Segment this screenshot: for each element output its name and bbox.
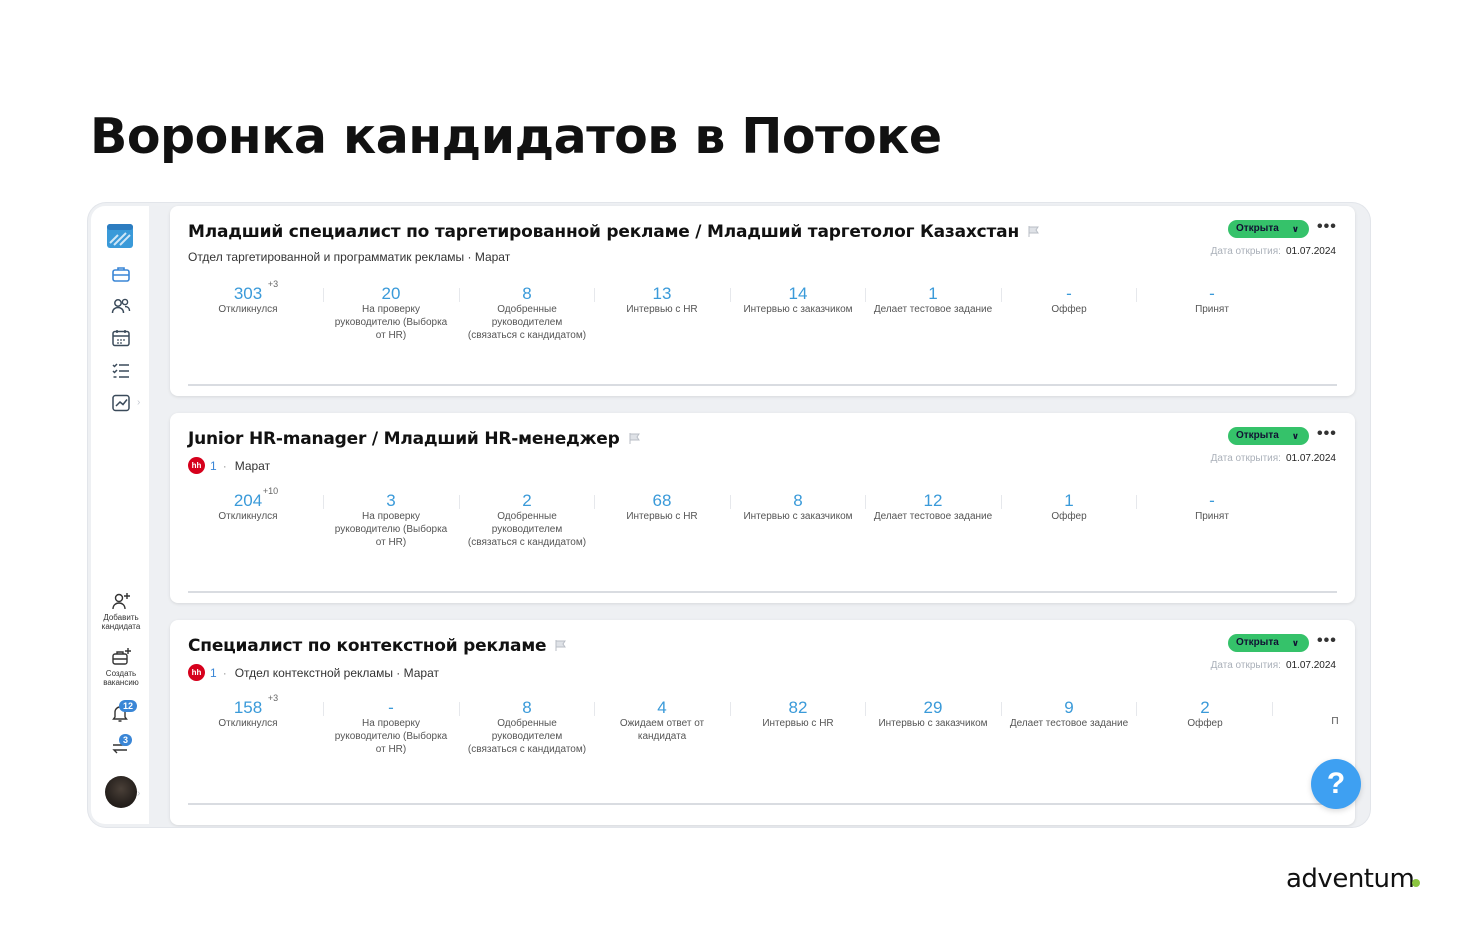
funnel-stage[interactable]: - Оффер: [1009, 284, 1129, 316]
funnel-stage[interactable]: 4 Ожидаем ответ от кандидата: [602, 698, 722, 743]
add-candidate-button[interactable]: Добавить кандидата: [93, 590, 149, 631]
horizontal-scrollbar[interactable]: [188, 384, 1337, 386]
slide-title: Воронка кандидатов в Потоке: [90, 108, 942, 165]
hh-count: 1: [210, 458, 217, 473]
vacancy-title[interactable]: Младший специалист по таргетированной ре…: [188, 222, 1040, 242]
funnel-stage[interactable]: 2 Одобренные руководителем (связаться с к…: [467, 491, 587, 549]
add-candidate-label: Добавить кандидата: [101, 613, 141, 631]
flag-icon[interactable]: [554, 637, 567, 651]
users-icon[interactable]: [110, 295, 132, 317]
transfers-button[interactable]: 3: [109, 734, 139, 760]
funnel-stage[interactable]: 82 Интервью с HR: [738, 698, 858, 730]
funnel-stage[interactable]: 8 Одобренные руководителем (связаться с к…: [467, 284, 587, 342]
chevron-down-icon: ∨: [1291, 224, 1299, 234]
funnel-stage[interactable]: 8 Интервью с заказчиком: [738, 491, 858, 523]
funnel-stage[interactable]: 12 Делает тестовое задание: [873, 491, 993, 523]
vacancy-subtitle: hh 1 · Отдел контекстной рекламы · Марат: [188, 664, 439, 681]
funnel-stage[interactable]: 158 +3 Откликнулся: [188, 693, 308, 730]
funnel-stage[interactable]: 2 Оффер: [1145, 698, 1265, 730]
briefcase-plus-icon: [110, 646, 132, 668]
briefcase-icon[interactable]: [110, 263, 132, 285]
vacancy-card[interactable]: Младший специалист по таргетированной ре…: [170, 206, 1355, 396]
status-dropdown[interactable]: Открыта ∨: [1228, 220, 1309, 238]
funnel-stage[interactable]: 3 На проверку руководителю (Выборка от HR…: [331, 491, 451, 549]
funnel-stage[interactable]: 9 Делает тестовое задание: [1009, 698, 1129, 730]
notifications-button[interactable]: 12: [109, 700, 139, 726]
chevron-down-icon: ∨: [1291, 638, 1299, 648]
funnel-stage[interactable]: 13 Интервью с HR: [602, 284, 722, 316]
funnel-stage[interactable]: 29 Интервью с заказчиком: [873, 698, 993, 730]
flag-icon[interactable]: [628, 430, 641, 444]
vacancy-subtitle: Отдел таргетированной и программатик рек…: [188, 250, 511, 264]
more-options-icon[interactable]: •••: [1317, 218, 1337, 236]
horizontal-scrollbar[interactable]: [188, 591, 1337, 593]
chart-icon[interactable]: [110, 392, 132, 414]
vacancy-card[interactable]: Специалист по контекстной рекламе hh 1 · От…: [170, 620, 1355, 825]
app-window: › Добавить кандидата Создать вакансию 12…: [88, 203, 1370, 827]
hh-logo-icon[interactable]: hh: [188, 664, 205, 681]
more-options-icon[interactable]: •••: [1317, 632, 1337, 650]
notifications-count: 12: [119, 700, 138, 712]
help-button[interactable]: ?: [1311, 759, 1361, 809]
calendar-icon[interactable]: [110, 327, 132, 349]
funnel-stage[interactable]: 14 Интервью с заказчиком: [738, 284, 858, 316]
funnel-stage[interactable]: 204 +10 Откликнулся: [188, 486, 308, 523]
chevron-down-icon: ∨: [1291, 431, 1299, 441]
open-date: Дата открытия: 01.07.2024: [1210, 660, 1336, 671]
create-vacancy-label: Создать вакансию: [103, 669, 139, 687]
status-dropdown[interactable]: Открыта ∨: [1228, 634, 1309, 652]
funnel-stage[interactable]: 68 Интервью с HR: [602, 491, 722, 523]
logo-icon[interactable]: [106, 223, 134, 249]
sidebar: › Добавить кандидата Создать вакансию 12…: [91, 206, 149, 824]
open-date: Дата открытия: 01.07.2024: [1210, 453, 1336, 464]
transfers-count: 3: [119, 734, 133, 746]
avatar[interactable]: [105, 776, 137, 808]
vacancy-card[interactable]: Junior HR-manager / Младший HR-менеджер …: [170, 413, 1355, 603]
horizontal-scrollbar[interactable]: [188, 803, 1337, 805]
brand-logo: adventum: [1286, 864, 1415, 894]
more-options-icon[interactable]: •••: [1317, 425, 1337, 443]
create-vacancy-button[interactable]: Создать вакансию: [93, 646, 149, 687]
funnel-stage[interactable]: 1 Оффер: [1009, 491, 1129, 523]
vacancy-subtitle: hh 1 · Марат: [188, 457, 270, 474]
funnel-stage[interactable]: 20 На проверку руководителю (Выборка от H…: [331, 284, 451, 342]
avatar-chevron-icon[interactable]: ›: [137, 788, 140, 799]
vacancy-title[interactable]: Junior HR-manager / Младший HR-менеджер: [188, 429, 641, 449]
brand-dot: [1412, 879, 1420, 887]
hh-count: 1: [210, 665, 217, 680]
funnel-stage[interactable]: - Принят: [1152, 491, 1272, 523]
checklist-icon[interactable]: [110, 360, 132, 382]
flag-icon[interactable]: [1027, 223, 1040, 237]
funnel-stage[interactable]: 8 Одобренные руководителем (связаться с к…: [467, 698, 587, 756]
chevron-right-icon[interactable]: ›: [137, 397, 140, 408]
vacancy-title[interactable]: Специалист по контекстной рекламе: [188, 636, 567, 656]
funnel-stage[interactable]: - На проверку руководителю (Выборка от HR…: [331, 698, 451, 756]
status-dropdown[interactable]: Открыта ∨: [1228, 427, 1309, 445]
open-date: Дата открытия: 01.07.2024: [1210, 246, 1336, 257]
funnel-stage[interactable]: - Принят: [1152, 284, 1272, 316]
hh-logo-icon[interactable]: hh: [188, 457, 205, 474]
funnel-stage[interactable]: 303 +3 Откликнулся: [188, 279, 308, 316]
user-plus-icon: [110, 590, 132, 612]
funnel-stage[interactable]: П: [1320, 698, 1350, 728]
funnel-stage[interactable]: 1 Делает тестовое задание: [873, 284, 993, 316]
